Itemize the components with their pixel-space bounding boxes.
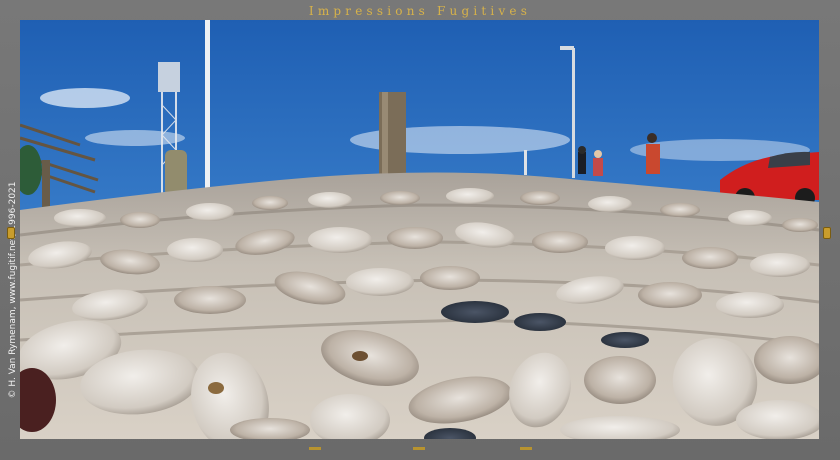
nav-indicator[interactable] — [309, 447, 321, 450]
photo-credit-text: © H. Van Rymenam, www.fugitif.net, 1996-… — [8, 181, 18, 399]
oyster-shell-scene — [20, 20, 819, 439]
white-pole — [205, 20, 210, 190]
photo — [20, 20, 819, 439]
nav-indicator[interactable] — [520, 447, 532, 450]
left-tab-icon[interactable] — [7, 227, 15, 239]
photo-credit: © H. Van Rymenam, www.fugitif.net, 1996-… — [6, 170, 20, 410]
right-tab-icon[interactable] — [823, 227, 831, 239]
nav-indicator[interactable] — [413, 447, 425, 450]
site-title: Impressions Fugitives — [308, 4, 532, 18]
cloud — [40, 88, 130, 108]
street-lamp — [572, 48, 575, 178]
